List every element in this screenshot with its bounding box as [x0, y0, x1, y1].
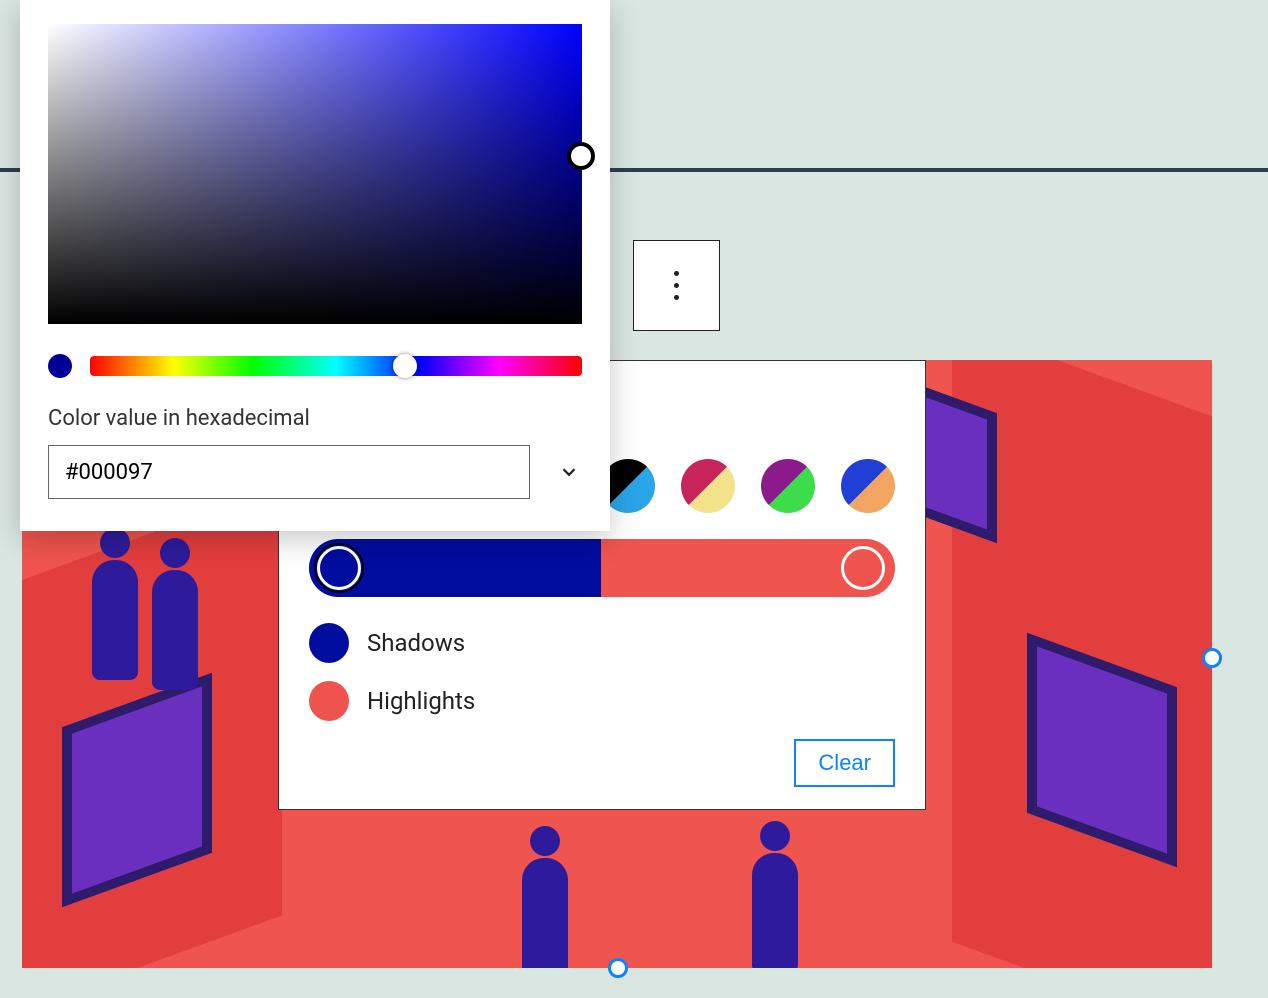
resize-handle-right[interactable] — [1202, 648, 1222, 668]
more-options-button[interactable] — [633, 240, 720, 331]
shadows-label: Shadows — [367, 629, 465, 657]
highlights-label: Highlights — [367, 687, 475, 715]
hue-thumb[interactable] — [393, 354, 417, 378]
image-decor — [152, 570, 198, 690]
color-picker-popup: Color value in hexadecimal — [20, 0, 610, 531]
shadows-color-select[interactable] — [309, 539, 601, 597]
image-decor — [92, 560, 138, 680]
duotone-color-bar — [309, 539, 895, 597]
saturation-area[interactable] — [48, 24, 582, 324]
duotone-preset-purple-green[interactable] — [761, 459, 815, 513]
shadows-dot-icon — [309, 623, 349, 663]
clear-button[interactable]: Clear — [794, 739, 895, 787]
duotone-preset-magenta-sand[interactable] — [681, 459, 735, 513]
image-decor — [752, 853, 798, 968]
resize-handle-bottom[interactable] — [608, 958, 628, 978]
shadows-legend: Shadows — [309, 623, 895, 663]
highlights-legend: Highlights — [309, 681, 895, 721]
highlights-dot-icon — [309, 681, 349, 721]
image-decor — [522, 858, 568, 968]
chevron-down-icon — [558, 461, 580, 483]
highlights-ring-icon — [841, 546, 885, 590]
highlights-color-select[interactable] — [601, 539, 895, 597]
shadows-ring-icon — [317, 546, 361, 590]
format-toggle-button[interactable] — [556, 459, 582, 485]
hex-input-label: Color value in hexadecimal — [48, 406, 582, 431]
saturation-cursor[interactable] — [567, 142, 595, 170]
more-vertical-icon — [674, 271, 679, 300]
duotone-preset-blue-peach[interactable] — [841, 459, 895, 513]
hue-preview-dot — [48, 354, 72, 378]
hue-slider[interactable] — [90, 356, 582, 376]
hex-input[interactable] — [48, 445, 530, 499]
